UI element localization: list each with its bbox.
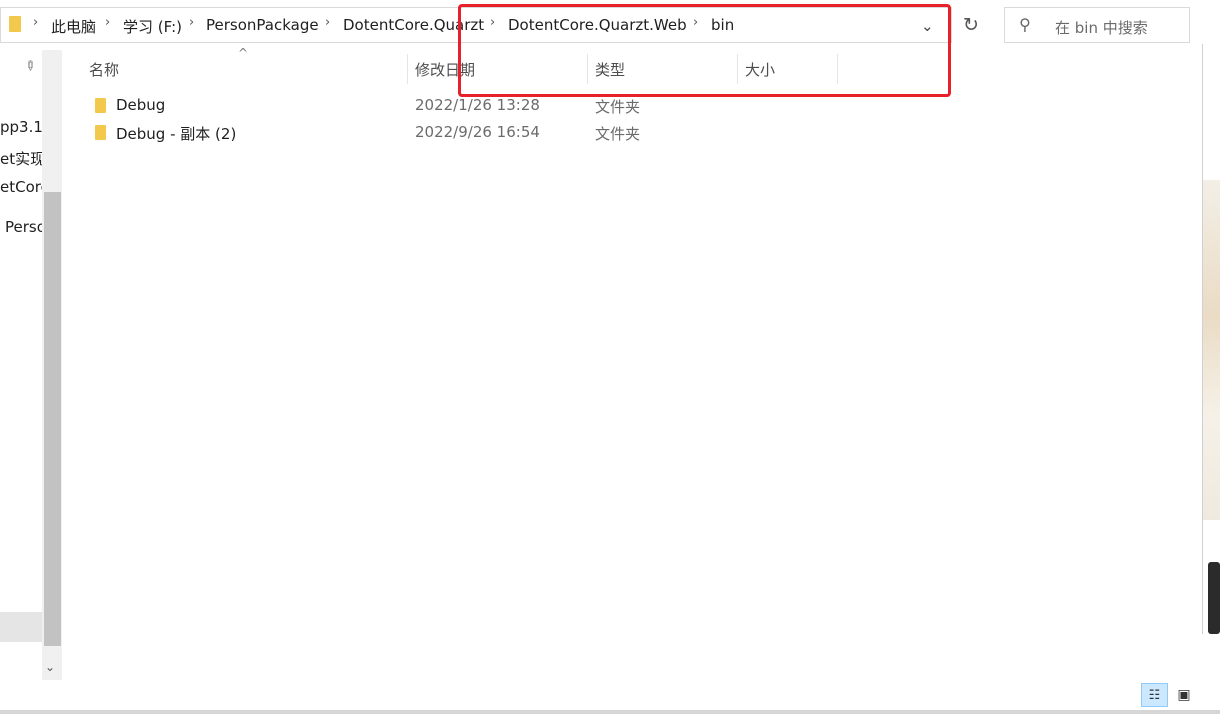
file-type: 文件夹 xyxy=(595,125,641,143)
pin-icon: ✎ xyxy=(20,57,39,76)
nav-item[interactable]: et实现 xyxy=(0,148,45,169)
refresh-icon: ↻ xyxy=(963,14,979,36)
folder-icon xyxy=(95,125,106,140)
file-name: Debug xyxy=(116,96,166,114)
search-icon: ⚲ xyxy=(1019,15,1031,34)
nav-scrollbar-thumb[interactable] xyxy=(44,192,61,646)
breadcrumb-this-pc[interactable]: 此电脑 xyxy=(51,16,96,37)
large-icons-view-icon: ▣ xyxy=(1177,687,1191,703)
column-header-name[interactable]: 名称 xyxy=(89,59,119,80)
file-type: 文件夹 xyxy=(595,98,641,116)
media-widget xyxy=(1208,562,1220,634)
search-placeholder: 在 bin 中搜索 xyxy=(1055,19,1148,37)
file-date-modified: 2022/9/26 16:54 xyxy=(415,123,540,141)
navigation-pane[interactable]: ✎ pp3.1 et实现 etCore Perso ⌄ xyxy=(0,50,64,680)
refresh-button[interactable]: ↻ xyxy=(956,7,986,43)
scroll-down-icon[interactable]: ⌄ xyxy=(45,660,55,674)
folder-icon xyxy=(9,16,21,32)
breadcrumb-separator[interactable]: › xyxy=(325,15,330,30)
window-bottom-border xyxy=(0,710,1220,714)
file-date-modified: 2022/1/26 13:28 xyxy=(415,96,540,114)
nav-item[interactable]: pp3.1 xyxy=(0,118,43,136)
desktop-wallpaper xyxy=(1203,180,1220,520)
file-row-debug[interactable]: Debug 2022/1/26 13:28 文件夹 xyxy=(80,94,780,120)
file-name: Debug - 副本 (2) xyxy=(116,125,237,143)
search-input[interactable]: ⚲ 在 bin 中搜索 xyxy=(1004,7,1190,43)
details-view-icon: ☷ xyxy=(1148,687,1161,703)
breadcrumb-drive-f[interactable]: 学习 (F:) xyxy=(123,16,182,37)
sort-ascending-icon: ^ xyxy=(238,46,249,60)
large-icons-view-button[interactable]: ▣ xyxy=(1173,684,1195,706)
status-bar xyxy=(0,680,1220,714)
folder-icon xyxy=(95,98,106,113)
breadcrumb-personpackage[interactable]: PersonPackage xyxy=(206,16,319,34)
nav-selected-item[interactable] xyxy=(0,612,42,642)
highlight-annotation xyxy=(458,4,951,97)
breadcrumb-separator[interactable]: › xyxy=(189,15,194,30)
column-divider[interactable] xyxy=(407,54,408,84)
breadcrumb-separator: › xyxy=(33,15,39,30)
details-view-button[interactable]: ☷ xyxy=(1141,683,1168,707)
breadcrumb-separator[interactable]: › xyxy=(105,15,110,30)
file-row-debug-copy[interactable]: Debug - 副本 (2) 2022/9/26 16:54 文件夹 xyxy=(80,121,780,147)
nav-item[interactable]: Perso xyxy=(5,218,46,236)
